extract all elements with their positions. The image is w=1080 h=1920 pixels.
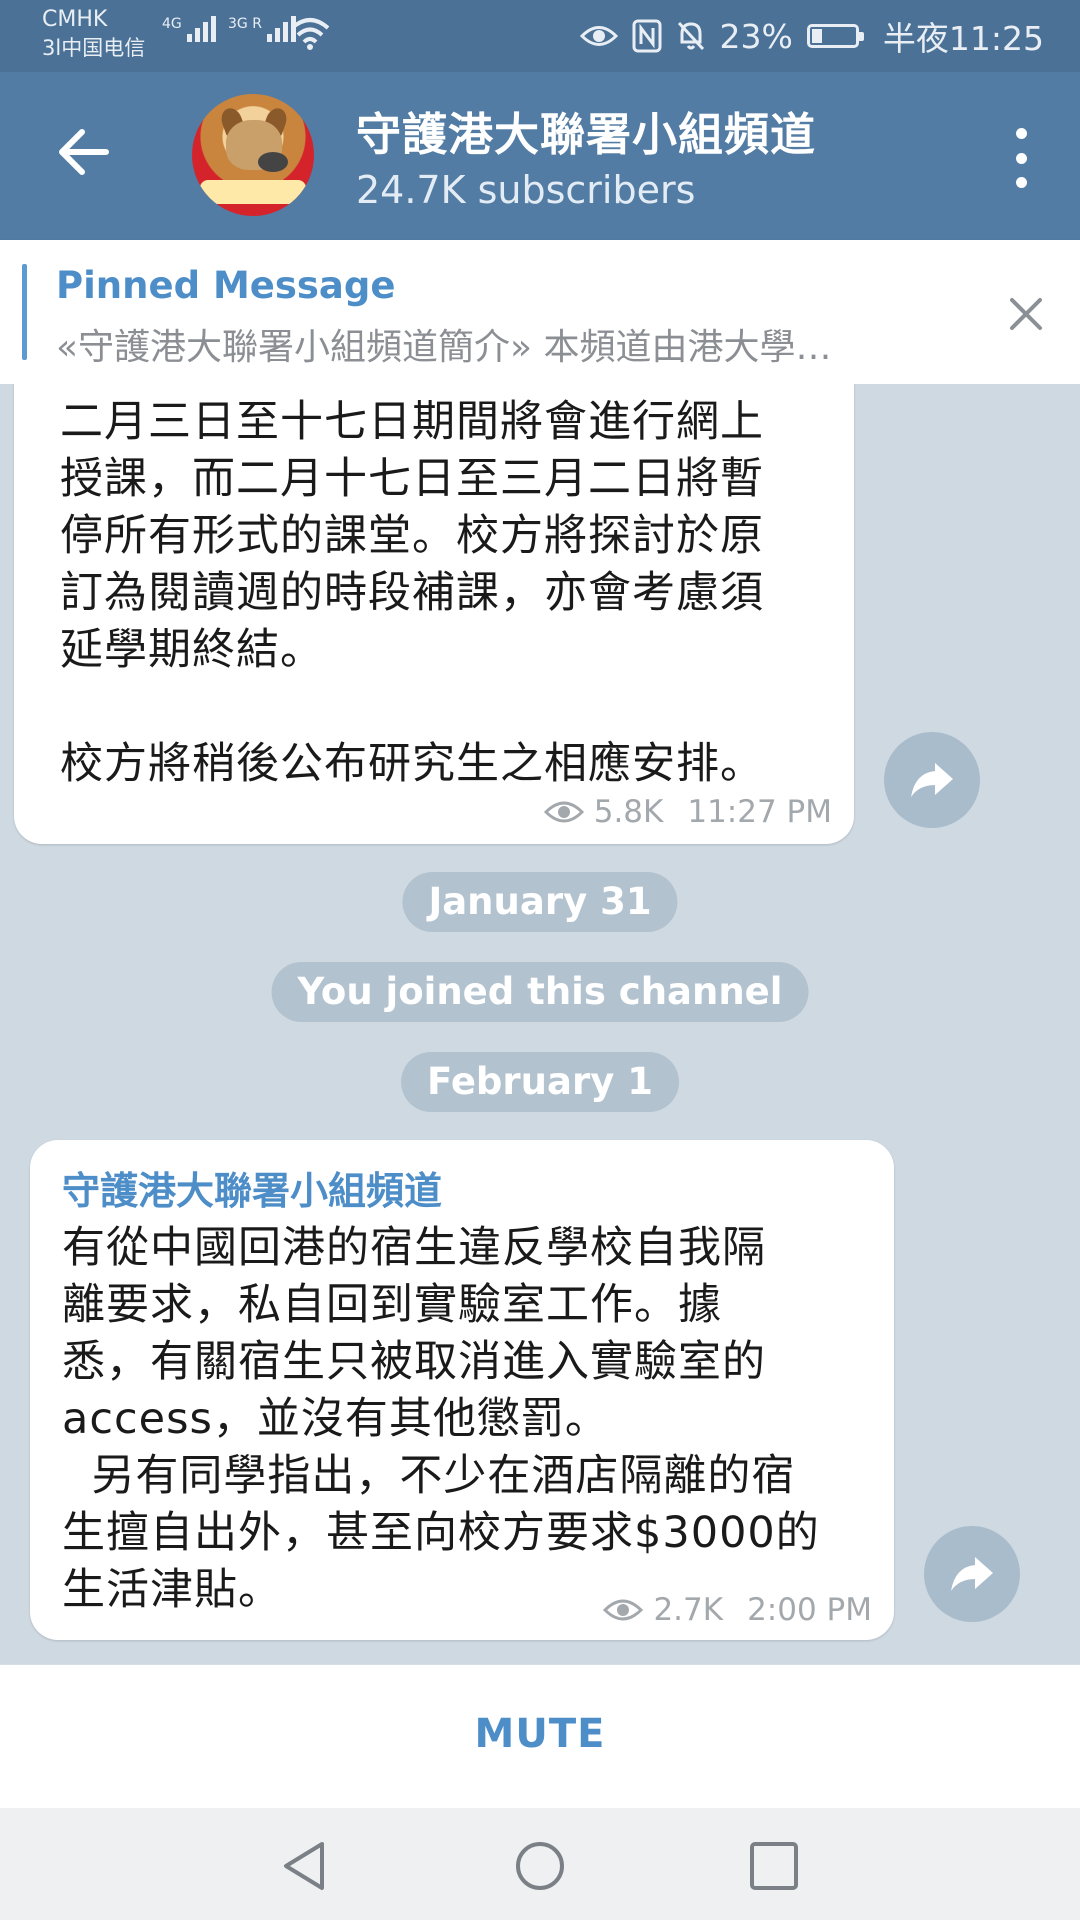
mute-button[interactable]: MUTE xyxy=(0,1711,1080,1757)
clock: 半夜11:25 xyxy=(882,19,1044,58)
message-sender[interactable]: 守護港大聯署小組頻道 xyxy=(62,1160,442,1215)
date-separator: February 1 xyxy=(401,1052,679,1112)
nfc-icon xyxy=(632,19,662,53)
signal-icon-secondary: 3G R xyxy=(228,16,296,42)
view-count: 2.7K xyxy=(653,1592,724,1628)
battery-percent: 23% xyxy=(719,16,793,56)
chat-header: 守護港大聯署小組頻道 24.7K subscribers xyxy=(0,72,1080,240)
share-icon[interactable] xyxy=(884,732,980,828)
message-time: 11:27 PM xyxy=(687,794,832,830)
eye-icon xyxy=(543,801,584,823)
pinned-accent-bar xyxy=(22,264,27,360)
eye-icon xyxy=(603,1599,644,1621)
eye-comfort-icon xyxy=(579,26,618,46)
network-type-label: 4G xyxy=(162,16,182,32)
message-text: 二月三日至十七日期間將會進行網上 授課，而二月十七日至三月二日將暫 停所有形式的… xyxy=(60,394,850,793)
signal-icon: 4G xyxy=(162,16,216,42)
subscriber-count: 24.7K subscribers xyxy=(356,168,696,212)
wifi-icon xyxy=(290,18,330,50)
mute-notifications-icon xyxy=(677,21,704,51)
telegram-channel-screen: CMHK 3l中国电信 4G 3G R 23% 半夜11:25 守護港大聯署小組… xyxy=(0,0,1080,1920)
carrier-name: CMHK xyxy=(42,7,108,32)
message-time: 2:00 PM xyxy=(747,1592,872,1628)
view-count: 5.8K xyxy=(593,794,664,830)
status-bar: CMHK 3l中国电信 4G 3G R 23% 半夜11:25 xyxy=(0,0,1080,72)
network-type-label-secondary: 3G R xyxy=(228,16,262,32)
pinned-preview: «守護港大聯署小組頻道簡介» 本頻道由港大學… xyxy=(56,327,832,368)
bottom-action-bar: MUTE xyxy=(0,1664,1080,1809)
message-line: 停所有形式的課堂。校方將探討於原 xyxy=(60,511,764,561)
message-text: 有從中國回港的宿生違反學校自我隔 離要求，私自回到實驗室工作。據 悉，有關宿生只… xyxy=(62,1223,820,1615)
message-line: 訂為閱讀週的時段補課，亦會考慮須 xyxy=(60,568,764,618)
service-message: You joined this channel xyxy=(271,962,809,1022)
message-meta: 5.8K 11:27 PM xyxy=(543,794,832,830)
pinned-message[interactable]: Pinned Message «守護港大聯署小組頻道簡介» 本頻道由港大學… xyxy=(0,240,1080,384)
channel-message[interactable]: 守護港大聯署小組頻道 有從中國回港的宿生違反學校自我隔 離要求，私自回到實驗室工… xyxy=(30,1140,894,1640)
system-navigation-bar xyxy=(0,1808,1080,1920)
status-right: 23% 半夜11:25 xyxy=(579,14,1044,58)
pinned-title: Pinned Message xyxy=(56,264,396,307)
message-line: 延學期終結。 xyxy=(60,625,324,675)
close-icon[interactable] xyxy=(1004,292,1048,336)
channel-title[interactable]: 守護港大聯署小組頻道 xyxy=(356,98,816,163)
carrier-name-secondary: 3l中国电信 xyxy=(42,36,146,60)
nav-home-icon[interactable] xyxy=(510,1836,570,1896)
channel-avatar[interactable] xyxy=(192,94,314,216)
more-vertical-icon[interactable] xyxy=(1006,128,1036,188)
date-separator: January 31 xyxy=(402,872,678,932)
message-line: 校方將稍後公布研究生之相應安排。 xyxy=(60,739,764,789)
message-meta: 2.7K 2:00 PM xyxy=(603,1592,872,1628)
message-line: 二月三日至十七日期間將會進行網上 xyxy=(60,397,764,447)
message-line: 授課，而二月十七日至三月二日將暫 xyxy=(60,454,764,504)
arrow-left-icon[interactable] xyxy=(56,124,112,180)
channel-message[interactable]: 二月三日至十七日期間將會進行網上 授課，而二月十七日至三月二日將暫 停所有形式的… xyxy=(14,384,854,844)
message-list[interactable]: 二月三日至十七日期間將會進行網上 授課，而二月十七日至三月二日將暫 停所有形式的… xyxy=(0,384,1080,1664)
carrier-info: CMHK 3l中国电信 xyxy=(42,6,145,62)
battery-fill xyxy=(811,29,822,43)
nav-back-icon[interactable] xyxy=(276,1836,336,1896)
nav-recents-icon[interactable] xyxy=(744,1836,804,1896)
battery-icon xyxy=(806,24,864,48)
share-icon[interactable] xyxy=(924,1526,1020,1622)
